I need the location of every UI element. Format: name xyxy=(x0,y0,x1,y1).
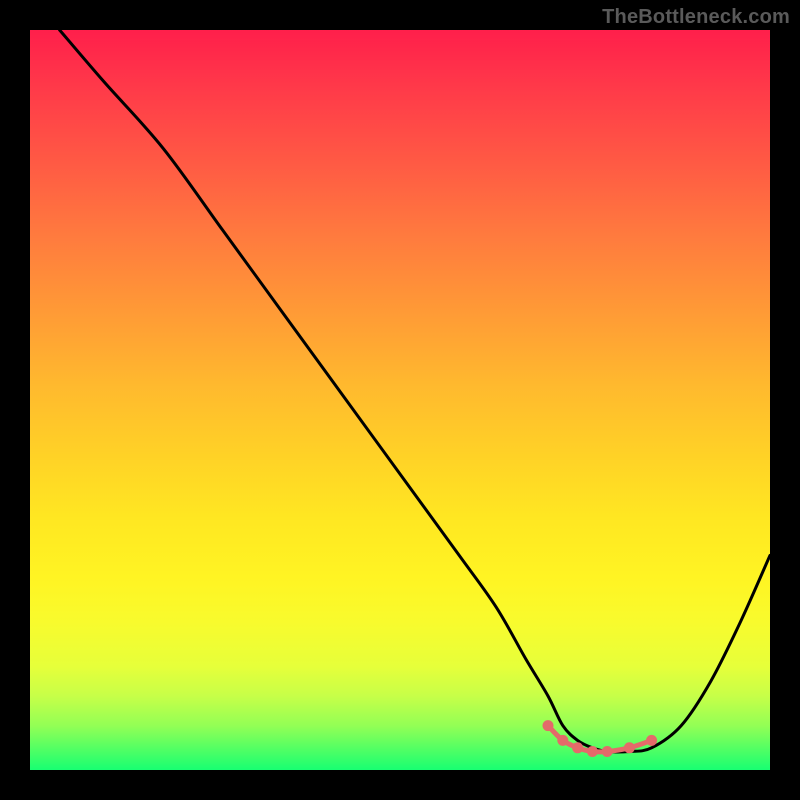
curve-layer xyxy=(30,30,770,770)
watermark-text: TheBottleneck.com xyxy=(602,6,790,29)
gradient-plot-area xyxy=(30,30,770,770)
bottleneck-curve xyxy=(60,30,770,752)
chart-frame: TheBottleneck.com xyxy=(0,0,800,800)
highlight-segment xyxy=(548,726,652,752)
